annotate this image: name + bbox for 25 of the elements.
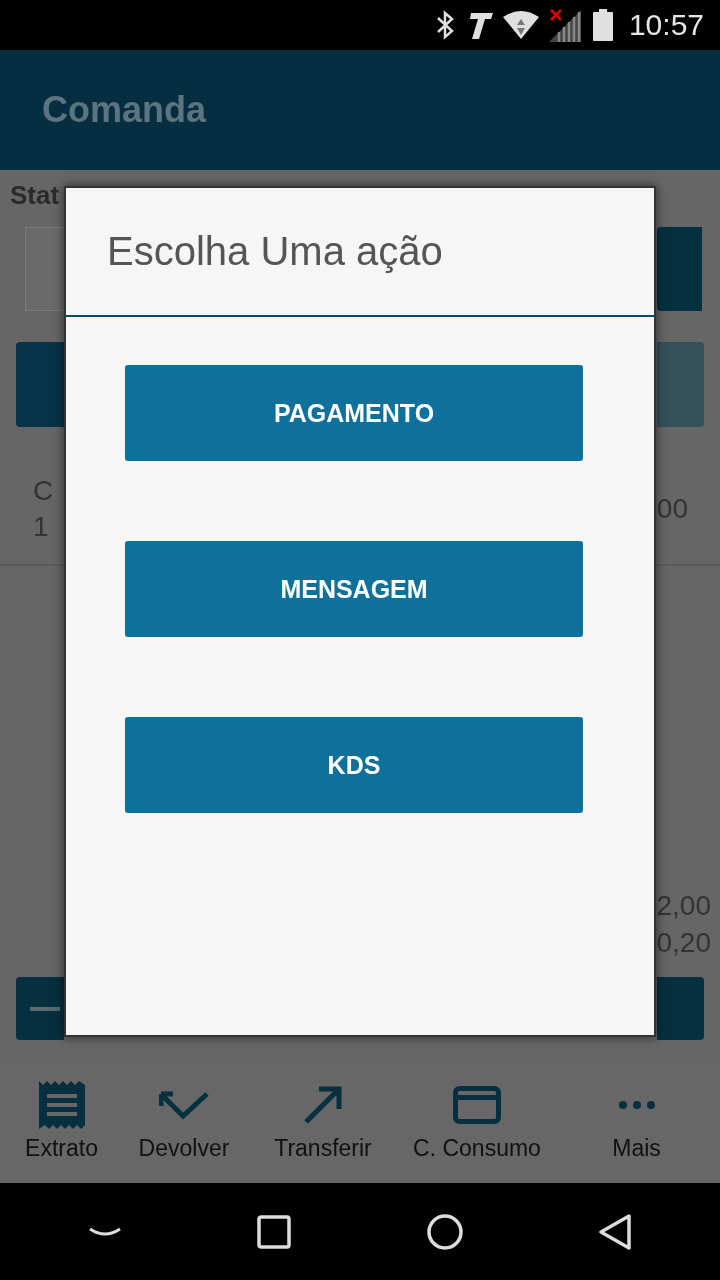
- nav-item[interactable]: Devolver: [123, 1060, 245, 1183]
- minus-button[interactable]: [16, 977, 64, 1040]
- nav-item[interactable]: Mais: [553, 1060, 720, 1183]
- receipt-icon: [38, 1081, 85, 1129]
- card-icon: [453, 1086, 501, 1124]
- action-button[interactable]: KDS: [125, 717, 583, 813]
- check-arrow-icon: [159, 1090, 209, 1120]
- arrow-icon: [303, 1085, 343, 1125]
- recents-icon[interactable]: [257, 1214, 292, 1249]
- more-icon: [617, 1100, 656, 1110]
- no-signal-icon: [548, 8, 583, 42]
- action-button[interactable]: MENSAGEM: [125, 541, 583, 637]
- dialog-title: Escolha Uma ação: [107, 229, 443, 274]
- back-icon[interactable]: [598, 1212, 633, 1251]
- nav-item[interactable]: C. Consumo: [401, 1060, 553, 1183]
- clock: 10:57: [628, 8, 704, 42]
- input-field[interactable]: [25, 227, 67, 311]
- action-button[interactable]: PAGAMENTO: [125, 365, 583, 461]
- app-title: Comanda: [42, 89, 207, 131]
- nav-item[interactable]: Extrato: [0, 1060, 123, 1183]
- home-icon[interactable]: [426, 1213, 463, 1250]
- battery-icon: [592, 9, 613, 41]
- nav-item[interactable]: Transferir: [245, 1060, 401, 1183]
- wifi-icon: [502, 11, 539, 39]
- section-label: Stat: [9, 180, 60, 210]
